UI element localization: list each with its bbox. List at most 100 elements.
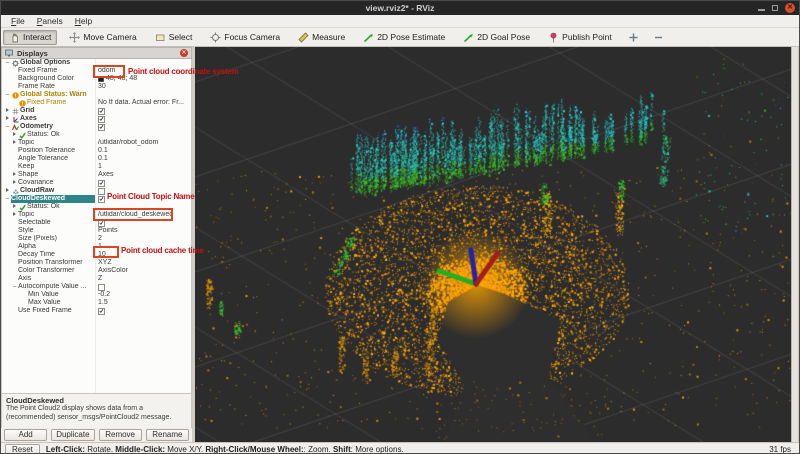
viewport-canvas[interactable]	[195, 47, 791, 442]
expand-icon[interactable]	[11, 203, 18, 211]
tool-measure[interactable]: Measure	[292, 30, 351, 45]
menu-panels[interactable]: Panels	[32, 16, 68, 26]
tree-row-selectable[interactable]: Selectable	[2, 219, 191, 227]
tree-value[interactable]: /utlidar/robot_odom	[95, 139, 191, 147]
tree-row-max-value[interactable]: Max Value1.5	[2, 299, 191, 307]
tree-value[interactable]: 2	[95, 235, 191, 243]
checkbox-checked[interactable]	[98, 180, 105, 187]
menu-file[interactable]: File	[6, 16, 30, 26]
tree-value[interactable]	[95, 91, 191, 99]
tree-value[interactable]	[95, 59, 191, 67]
tool-interact[interactable]: Interact	[3, 30, 57, 45]
tree-row-decay-time[interactable]: Decay Time10	[2, 251, 191, 259]
close-icon[interactable]: ✕	[785, 3, 795, 13]
tree-value[interactable]	[95, 179, 191, 187]
tree-value[interactable]: 10	[95, 251, 191, 259]
checkbox-checked[interactable]	[98, 108, 105, 115]
tool-add-tool[interactable]	[624, 30, 643, 45]
tree-value[interactable]	[95, 131, 191, 139]
reset-button[interactable]: Reset	[5, 444, 40, 454]
checkbox-checked[interactable]	[98, 196, 105, 203]
tree-row-angle-tolerance[interactable]: Angle Tolerance0.1	[2, 155, 191, 163]
tree-row-odometry[interactable]: –Odometry	[2, 123, 191, 131]
checkbox-checked[interactable]	[98, 116, 105, 123]
tree-row-min-value[interactable]: Min Value-0.2	[2, 291, 191, 299]
tree-value[interactable]: 1.5	[95, 299, 191, 307]
tree-row-axes[interactable]: Axes	[2, 115, 191, 123]
tree-value[interactable]	[95, 123, 191, 131]
tree-value[interactable]	[95, 219, 191, 227]
expand-icon[interactable]	[4, 115, 11, 123]
collapse-icon[interactable]: –	[4, 195, 11, 203]
rename-button[interactable]: Rename	[146, 429, 189, 441]
tree-row-shape[interactable]: ShapeAxes	[2, 171, 191, 179]
tree-value[interactable]: 0.1	[95, 147, 191, 155]
tree-value[interactable]: 1	[95, 163, 191, 171]
tree-value[interactable]	[95, 115, 191, 123]
tree-value[interactable]: 0.1	[95, 155, 191, 163]
tool-2d-goal-pose[interactable]: 2D Goal Pose	[457, 30, 536, 45]
tree-row-keep[interactable]: Keep1	[2, 163, 191, 171]
tree-value[interactable]: Axes	[95, 171, 191, 179]
maximize-icon[interactable]	[772, 5, 778, 11]
tool-remove-tool[interactable]	[649, 30, 668, 45]
minimize-icon[interactable]	[758, 9, 765, 11]
tree-row-frame-rate[interactable]: Frame Rate30	[2, 83, 191, 91]
tree-row-position-tolerance[interactable]: Position Tolerance0.1	[2, 147, 191, 155]
add-button[interactable]: Add	[4, 429, 47, 441]
tree-row-fixed-frame[interactable]: !Fixed FrameNo tf data. Actual error: Fr…	[2, 99, 191, 107]
tool-2d-pose-estimate[interactable]: 2D Pose Estimate	[357, 30, 451, 45]
tool-select[interactable]: Select	[149, 30, 199, 45]
expand-icon[interactable]	[11, 139, 18, 147]
tree-value[interactable]: -0.2	[95, 291, 191, 299]
tree-row-background-color[interactable]: Background Color48; 48; 48	[2, 75, 191, 83]
menu-help[interactable]: Help	[70, 16, 97, 26]
tool-publish-point[interactable]: Publish Point	[542, 30, 618, 45]
tree-row-global-options[interactable]: –Global Options	[2, 59, 191, 67]
checkbox-unchecked[interactable]	[98, 188, 105, 195]
tree-row-position-transformer[interactable]: Position TransformerXYZ	[2, 259, 191, 267]
tree-row-cloudraw[interactable]: CloudRaw	[2, 187, 191, 195]
tree-row-covariance[interactable]: Covariance	[2, 179, 191, 187]
tree-value[interactable]: XYZ	[95, 259, 191, 267]
tree-row-fixed-frame[interactable]: Fixed Frameodom	[2, 67, 191, 75]
tree-value[interactable]: /utlidar/cloud_deskewed	[95, 211, 191, 219]
tree-value[interactable]: No tf data. Actual error: Fr...	[95, 99, 191, 107]
tree-value[interactable]: Points	[95, 227, 191, 235]
expand-icon[interactable]	[4, 187, 11, 195]
checkbox-checked[interactable]	[98, 220, 105, 227]
expand-icon[interactable]	[11, 131, 18, 139]
collapse-icon[interactable]: –	[4, 123, 11, 131]
tree-row-clouddeskewed[interactable]: –CloudDeskewed	[2, 195, 191, 203]
tree-value[interactable]: AxisColor	[95, 267, 191, 275]
panel-close-icon[interactable]: ✕	[180, 49, 188, 57]
expand-icon[interactable]	[11, 171, 18, 179]
duplicate-button[interactable]: Duplicate	[51, 429, 94, 441]
tree-value[interactable]: Z	[95, 275, 191, 283]
tree-value[interactable]: 48; 48; 48	[95, 75, 191, 83]
tree-row-status-ok[interactable]: Status: Ok	[2, 203, 191, 211]
tree-row-color-transformer[interactable]: Color TransformerAxisColor	[2, 267, 191, 275]
tree-value[interactable]: 30	[95, 83, 191, 91]
tree-row-style[interactable]: StylePoints	[2, 227, 191, 235]
tree-value[interactable]	[95, 203, 191, 211]
tree-row-global-status-warn[interactable]: –!Global Status: Warn	[2, 91, 191, 99]
checkbox-checked[interactable]	[98, 308, 105, 315]
tree-value[interactable]	[95, 195, 191, 203]
collapse-icon[interactable]: –	[4, 91, 11, 99]
tree-value[interactable]: odom	[95, 67, 191, 75]
tree-row-axis[interactable]: AxisZ	[2, 275, 191, 283]
tree-row-autocompute-value-[interactable]: –Autocompute Value ...	[2, 283, 191, 291]
tree-row-use-fixed-frame[interactable]: Use Fixed Frame	[2, 307, 191, 315]
tree-row-status-ok[interactable]: Status: Ok	[2, 131, 191, 139]
checkbox-unchecked[interactable]	[98, 284, 105, 291]
checkbox-checked[interactable]	[98, 124, 105, 131]
remove-button[interactable]: Remove	[99, 429, 142, 441]
tree-row-topic[interactable]: Topic/utlidar/cloud_deskewed	[2, 211, 191, 219]
tree-row-grid[interactable]: Grid	[2, 107, 191, 115]
tree-row-size-pixels-[interactable]: Size (Pixels)2	[2, 235, 191, 243]
collapse-icon[interactable]: –	[4, 59, 11, 67]
tree-row-topic[interactable]: Topic/utlidar/robot_odom	[2, 139, 191, 147]
tool-focus-camera[interactable]: Focus Camera	[204, 30, 286, 45]
expand-icon[interactable]	[4, 107, 11, 115]
